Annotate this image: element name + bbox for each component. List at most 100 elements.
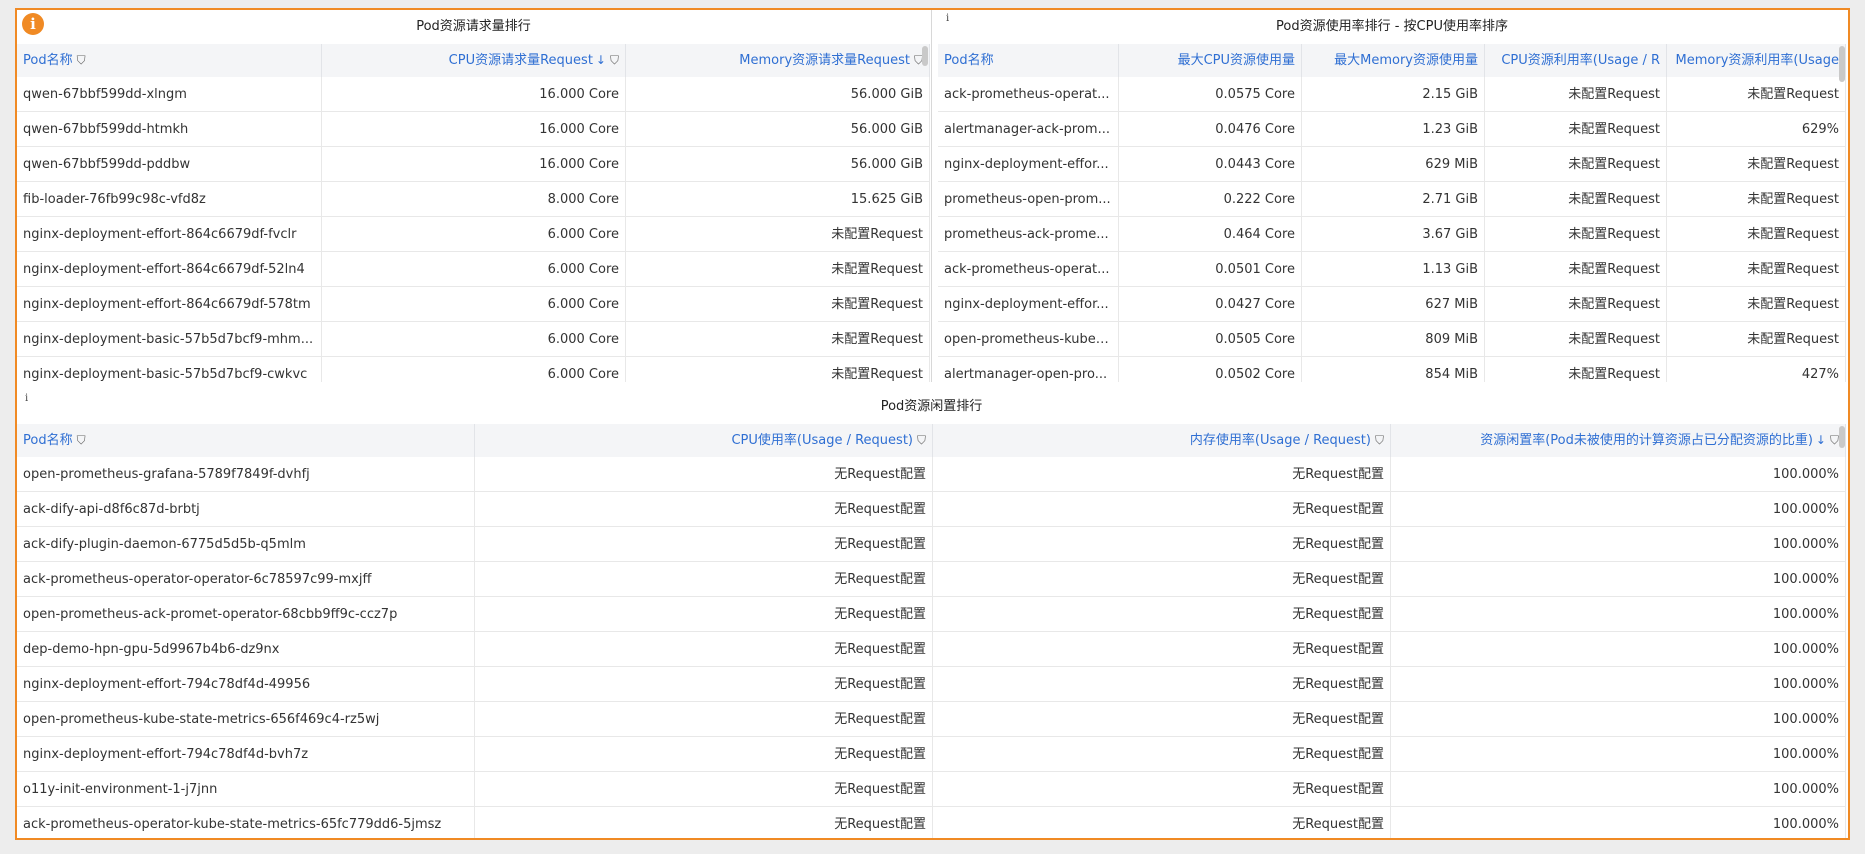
table-cell: 0.0505 Core [1119,322,1302,357]
table-cell: 16.000 Core [322,147,626,182]
table-row[interactable]: ack-prometheus-operator-kube-state-metri… [17,807,1846,838]
table-row[interactable]: qwen-67bbf599dd-pddbw 16.000 Core 56.000 G… [17,147,930,182]
table-row[interactable]: ack-dify-api-d8f6c87d-brbtj 无Request配置 无Re… [17,492,1846,527]
table-cell: 809 MiB [1302,322,1485,357]
table-row[interactable]: ack-dify-plugin-daemon-6775d5d5b-q5mlm 无R… [17,527,1846,562]
table-row[interactable]: nginx-deployment-basic-57b5d7bcf9-mhm...… [17,322,930,357]
table-cell: 0.0575 Core [1119,77,1302,112]
table-cell: 未配置Request [1667,77,1846,112]
col-cpu-utilization[interactable]: CPU资源利用率(Usage / R [1485,44,1667,77]
table-row[interactable]: ack-prometheus-operator-operator-6c78597… [17,562,1846,597]
table-row[interactable]: nginx-deployment-effort-864c6679df-578tm… [17,287,930,322]
table-header: Pod名称 ⛉ CPU资源请求量Request ↓ ⛉ Memory资源请求量Requ… [17,44,930,77]
table-cell: 无Request配置 [933,667,1391,702]
table-cell: alertmanager-open-pro... [938,357,1119,382]
table-cell: nginx-deployment-basic-57b5d7bcf9-mhm... [17,322,322,357]
table-cell: 56.000 GiB [626,77,930,112]
table-row[interactable]: open-prometheus-grafana-5789f7849f-dvhfj… [17,457,1846,492]
table-row[interactable]: nginx-deployment-effor... 0.0427 Core 627 … [938,287,1846,322]
table-row[interactable]: qwen-67bbf599dd-htmkh 16.000 Core 56.000 G… [17,112,930,147]
table-cell: 未配置Request [626,287,930,322]
table-cell: 15.625 GiB [626,182,930,217]
info-badge-icon[interactable]: i [22,13,44,35]
table-cell: 0.0476 Core [1119,112,1302,147]
table-cell: 无Request配置 [475,772,933,807]
table-row[interactable]: qwen-67bbf599dd-xlngm 16.000 Core 56.000 G… [17,77,930,112]
table-cell: prometheus-open-prom... [938,182,1119,217]
table-row[interactable]: open-prometheus-kube-... 0.0505 Core 809 M… [938,322,1846,357]
table-cell: 2.15 GiB [1302,77,1485,112]
table-cell: 100.000% [1391,562,1846,597]
table-header: Pod名称 最大CPU资源使用量 最大Memory资源使用量 CPU资源利用率(… [938,44,1846,77]
table-cell: 6.000 Core [322,287,626,322]
table-row[interactable]: ack-prometheus-operat... 0.0575 Core 2.15 … [938,77,1846,112]
table-row[interactable]: alertmanager-open-pro... 0.0502 Core 854 M… [938,357,1846,382]
filter-icon[interactable]: ⛉ [77,44,86,77]
table-cell: 6.000 Core [322,357,626,382]
table-cell: 427% [1667,357,1846,382]
table-cell: ack-dify-plugin-daemon-6775d5d5b-q5mlm [17,527,475,562]
col-idle-rate[interactable]: 资源闲置率(Pod未被使用的计算资源占已分配资源的比重) ↓ ⛉ [1391,424,1846,457]
table-cell: 无Request配置 [475,702,933,737]
table-cell: 100.000% [1391,702,1846,737]
col-memory-usage-rate[interactable]: 内存使用率(Usage / Request) ⛉ [933,424,1391,457]
table-cell: nginx-deployment-effort-864c6679df-fvclr [17,217,322,252]
sort-desc-icon[interactable]: ↓ [596,44,606,77]
col-label: CPU资源利用率(Usage / R [1501,53,1660,68]
vertical-scrollbar[interactable] [1839,46,1845,82]
table-row[interactable]: prometheus-open-prom... 0.222 Core 2.71 Gi… [938,182,1846,217]
filter-icon[interactable]: ⛉ [1830,424,1839,457]
col-memory-utilization[interactable]: Memory资源利用率(Usage [1667,44,1846,77]
table-cell: 16.000 Core [322,77,626,112]
table-row[interactable]: alertmanager-ack-prom... 0.0476 Core 1.23 … [938,112,1846,147]
panel-title: Pod资源请求量排行 [416,19,531,34]
table-row[interactable]: o11y-init-environment-1-j7jnn 无Request配置无… [17,772,1846,807]
table-row[interactable]: fib-loader-76fb99c98c-vfd8z 8.000 Core 15.… [17,182,930,217]
sort-desc-icon[interactable]: ↓ [1816,424,1826,457]
table-cell: ack-prometheus-operator-kube-state-metri… [17,807,475,838]
filter-icon[interactable]: ⛉ [610,44,619,77]
filter-icon[interactable]: ⛉ [77,424,86,457]
table-cell: 未配置Request [626,252,930,287]
table-cell: 2.71 GiB [1302,182,1485,217]
vertical-scrollbar[interactable] [922,46,928,66]
col-label: Pod名称 [944,53,994,68]
filter-icon[interactable]: ⛉ [917,424,926,457]
vertical-scrollbar[interactable] [1839,426,1845,448]
table-row[interactable]: nginx-deployment-effor... 0.0443 Core 629 … [938,147,1846,182]
table-cell: 854 MiB [1302,357,1485,382]
col-max-cpu-usage[interactable]: 最大CPU资源使用量 [1119,44,1302,77]
table-row[interactable]: nginx-deployment-effort-794c78df4d-bvh7z… [17,737,1846,772]
filter-icon[interactable]: ⛉ [1375,424,1384,457]
col-pod-name[interactable]: Pod名称 ⛉ [17,44,322,77]
table-cell: 627 MiB [1302,287,1485,322]
table-row[interactable]: nginx-deployment-basic-57b5d7bcf9-cwkvc 6… [17,357,930,382]
table-row[interactable]: open-prometheus-kube-state-metrics-656f4… [17,702,1846,737]
col-label: 最大Memory资源使用量 [1334,53,1478,68]
table-cell: 未配置Request [1667,287,1846,322]
table-cell: qwen-67bbf599dd-pddbw [17,147,322,182]
table-cell: 未配置Request [1485,357,1667,382]
table-cell: 100.000% [1391,737,1846,772]
col-pod-name[interactable]: Pod名称 [938,44,1119,77]
col-label: 资源闲置率(Pod未被使用的计算资源占已分配资源的比重) [1480,433,1813,448]
table-cell: 无Request配置 [933,562,1391,597]
col-pod-name[interactable]: Pod名称 ⛉ [17,424,475,457]
col-cpu-request[interactable]: CPU资源请求量Request ↓ ⛉ [322,44,626,77]
table-row[interactable]: nginx-deployment-effort-864c6679df-52ln4… [17,252,930,287]
table-row[interactable]: ack-prometheus-operat... 0.0501 Core 1.13 … [938,252,1846,287]
col-memory-request[interactable]: Memory资源请求量Request ⛉ [626,44,930,77]
col-max-memory-usage[interactable]: 最大Memory资源使用量 [1302,44,1485,77]
col-label: 内存使用率(Usage / Request) [1189,433,1371,448]
table-row[interactable]: nginx-deployment-effort-864c6679df-fvclr… [17,217,930,252]
col-label: CPU使用率(Usage / Request) [731,433,913,448]
table-cell: 无Request配置 [475,737,933,772]
table-row[interactable]: dep-demo-hpn-gpu-5d9967b4b6-dz9nx 无Reques… [17,632,1846,667]
table-row[interactable]: open-prometheus-ack-promet-operator-68cb… [17,597,1846,632]
col-cpu-usage-rate[interactable]: CPU使用率(Usage / Request) ⛉ [475,424,933,457]
table-row[interactable]: nginx-deployment-effort-794c78df4d-49956… [17,667,1846,702]
table-row[interactable]: prometheus-ack-prome... 0.464 Core 3.67 Gi… [938,217,1846,252]
table-cell: 无Request配置 [933,807,1391,838]
table-cell: qwen-67bbf599dd-xlngm [17,77,322,112]
table-cell: 8.000 Core [322,182,626,217]
